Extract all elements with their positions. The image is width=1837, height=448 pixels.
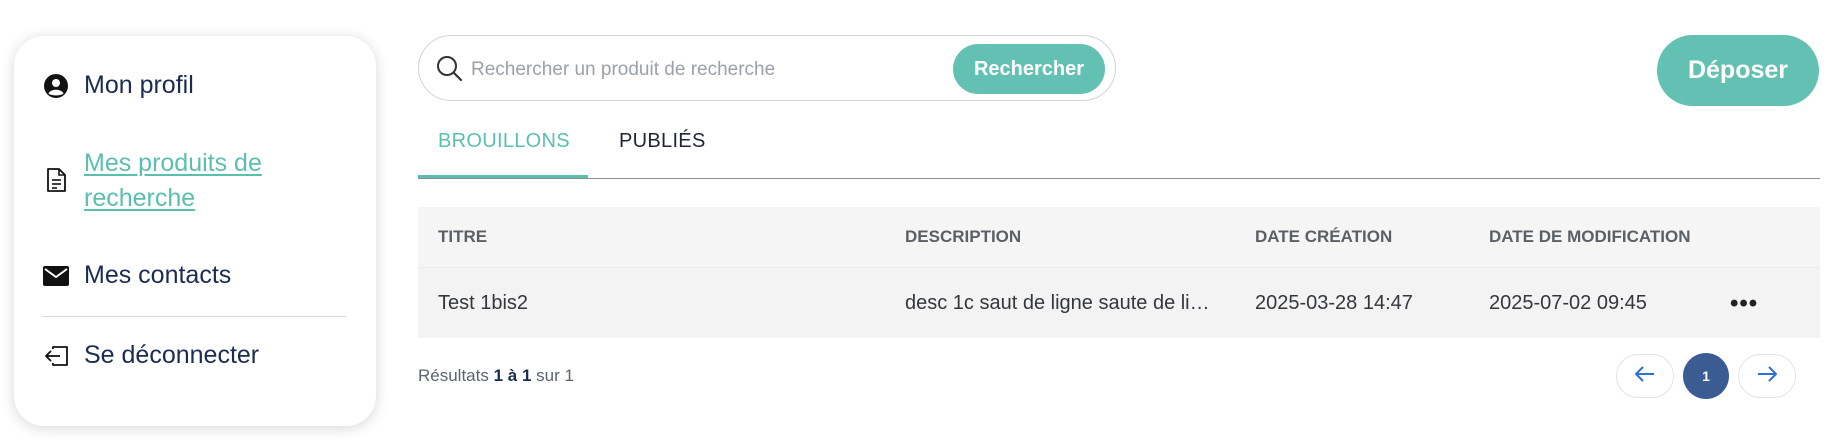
sidebar-item-contacts[interactable]: Mes contacts (42, 258, 231, 293)
deposit-button[interactable]: Déposer (1657, 35, 1819, 106)
column-header-description[interactable]: DESCRIPTION (905, 227, 1021, 247)
results-range: 1 à 1 (493, 366, 532, 385)
search-bar: Rechercher (418, 35, 1116, 101)
page-button-current[interactable]: 1 (1683, 353, 1729, 399)
column-header-title[interactable]: TITRE (438, 227, 487, 247)
cell-modified: 2025-07-02 09:45 (1489, 292, 1647, 314)
document-icon (42, 166, 70, 194)
sidebar-divider (42, 316, 346, 317)
column-header-created[interactable]: DATE CRÉATION (1255, 227, 1392, 247)
sidebar-item-logout[interactable]: Se déconnecter (42, 338, 259, 373)
arrow-right-icon (1756, 365, 1778, 388)
previous-page-button[interactable] (1616, 354, 1674, 398)
user-circle-icon (42, 72, 70, 100)
sidebar-item-research-products[interactable]: Mes produits de recherche (42, 146, 324, 216)
account-sidebar: Mon profil Mes produits de recherche Mes… (14, 36, 376, 426)
results-suffix: sur 1 (536, 366, 574, 385)
logout-icon (42, 342, 70, 370)
table-row[interactable]: Test 1bis2 desc 1c saut de ligne saute d… (418, 267, 1820, 338)
next-page-button[interactable] (1738, 354, 1796, 398)
search-input[interactable] (469, 50, 873, 90)
arrow-left-icon (1634, 365, 1656, 388)
results-prefix: Résultats (418, 366, 489, 385)
envelope-icon (42, 262, 70, 290)
sidebar-item-label: Mes produits de recherche (84, 149, 262, 212)
search-icon (435, 54, 465, 84)
table-header: TITRE DESCRIPTION DATE CRÉATION DATE DE … (418, 207, 1820, 267)
row-actions-menu[interactable]: ••• (1730, 290, 1758, 318)
search-button[interactable]: Rechercher (953, 44, 1105, 94)
sidebar-item-profile[interactable]: Mon profil (42, 68, 194, 103)
sidebar-item-label: Se déconnecter (84, 341, 260, 369)
column-header-modified[interactable]: DATE DE MODIFICATION (1489, 227, 1690, 247)
results-summary: Résultats 1 à 1 sur 1 (418, 366, 574, 386)
tab-drafts[interactable]: BROUILLONS (438, 130, 570, 153)
cell-title: Test 1bis2 (438, 292, 529, 314)
cell-created: 2025-03-28 14:47 (1255, 292, 1413, 314)
active-tab-indicator (418, 175, 588, 178)
status-tabs: BROUILLONS PUBLIÉS (418, 120, 1820, 179)
sidebar-item-label: Mon profil (84, 71, 194, 99)
tab-published[interactable]: PUBLIÉS (619, 130, 706, 153)
cell-description: desc 1c saut de ligne saute de li… (905, 292, 1210, 314)
sidebar-item-label: Mes contacts (84, 261, 232, 289)
